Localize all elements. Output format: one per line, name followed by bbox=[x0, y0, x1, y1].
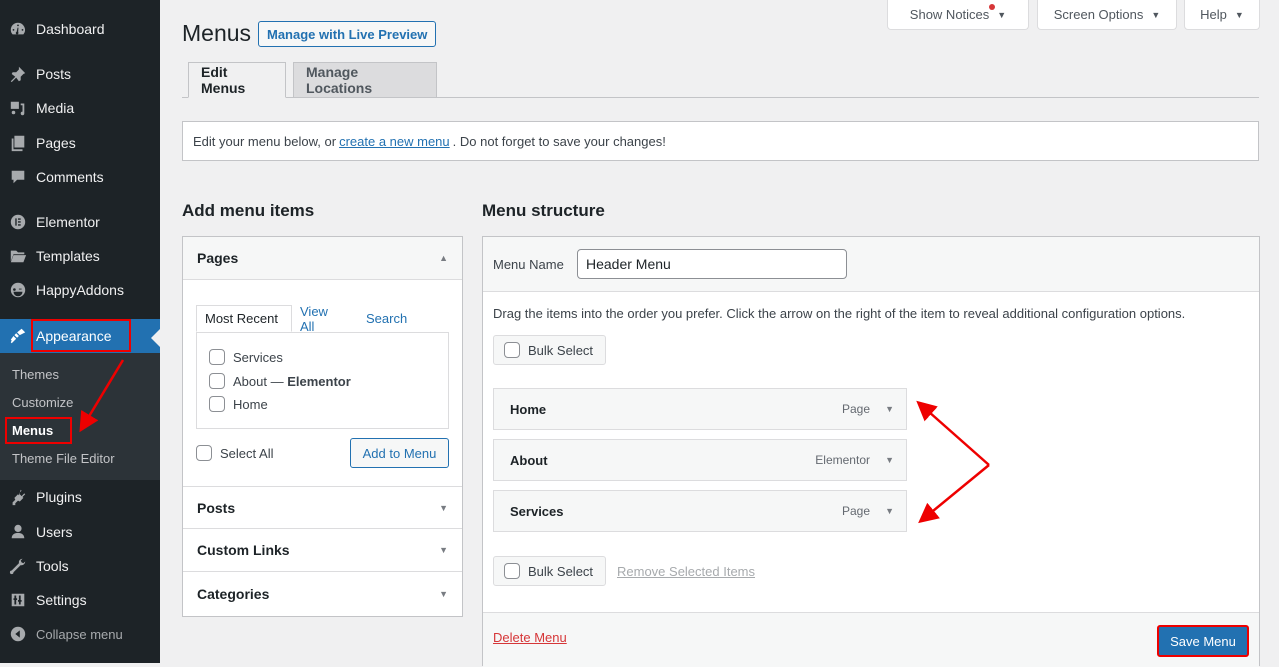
folder-icon bbox=[0, 247, 36, 265]
sidebar-item-pages[interactable]: Pages bbox=[0, 126, 160, 160]
sidebar-item-posts[interactable]: Posts bbox=[0, 57, 160, 91]
checkbox[interactable] bbox=[504, 342, 520, 358]
sidebar-item-tools[interactable]: Tools bbox=[0, 549, 160, 583]
happy-face-icon bbox=[0, 281, 36, 299]
checkbox[interactable] bbox=[209, 396, 225, 412]
accordion-pages[interactable]: Pages ▲ bbox=[183, 237, 462, 280]
dashboard-icon bbox=[0, 20, 36, 38]
pages-icon bbox=[0, 134, 36, 152]
add-menu-items-heading: Add menu items bbox=[182, 201, 315, 220]
sidebar-item-settings[interactable]: Settings bbox=[0, 583, 160, 617]
menu-structure-panel: Menu Name Drag the items into the order … bbox=[482, 236, 1260, 667]
wrench-icon bbox=[0, 557, 36, 575]
bulk-select-button[interactable]: Bulk Select bbox=[493, 335, 606, 365]
media-icon bbox=[0, 99, 36, 117]
manage-live-preview-button[interactable]: Manage with Live Preview bbox=[258, 21, 437, 47]
sidebar-item-templates[interactable]: Templates bbox=[0, 239, 160, 273]
submenu-item-themes[interactable]: Themes bbox=[12, 367, 59, 382]
notification-dot bbox=[989, 4, 995, 10]
bulk-select-button-bottom[interactable]: Bulk Select bbox=[493, 556, 606, 586]
menu-structure-heading: Menu structure bbox=[482, 201, 605, 220]
pin-icon bbox=[0, 65, 36, 83]
menu-item[interactable]: About Elementor ▼ bbox=[493, 439, 907, 481]
plug-icon bbox=[0, 488, 36, 506]
user-icon bbox=[0, 523, 36, 541]
tab-search[interactable]: Search bbox=[366, 305, 407, 332]
submenu-item-menus[interactable]: Menus bbox=[12, 423, 53, 438]
paintbrush-icon bbox=[0, 327, 36, 345]
admin-sidebar: Dashboard Posts Media Pages Comments Ele… bbox=[0, 0, 160, 663]
show-notices-button[interactable]: Show Notices ▼ bbox=[887, 0, 1029, 30]
sidebar-item-users[interactable]: Users bbox=[0, 515, 160, 549]
tab-view-all[interactable]: View All bbox=[300, 304, 328, 334]
add-menu-items-accordion: Pages ▲ Most Recent View All Search Serv… bbox=[182, 236, 463, 617]
nav-tabs: Edit Menus Manage Locations bbox=[182, 62, 1259, 98]
tab-edit-menus[interactable]: Edit Menus bbox=[188, 62, 286, 98]
screen-options-button[interactable]: Screen Options ▼ bbox=[1037, 0, 1177, 30]
current-menu-pointer bbox=[151, 329, 160, 347]
help-button[interactable]: Help ▼ bbox=[1184, 0, 1260, 30]
caret-down-icon: ▼ bbox=[997, 9, 1007, 20]
collapse-arrow-icon bbox=[0, 625, 36, 643]
sidebar-item-appearance[interactable]: Appearance bbox=[0, 319, 160, 353]
drag-instructions: Drag the items into the order you prefer… bbox=[493, 306, 1186, 321]
page-option-about[interactable]: About — Elementor bbox=[209, 373, 351, 389]
sliders-icon bbox=[0, 591, 36, 609]
expand-item-icon[interactable]: ▼ bbox=[885, 455, 894, 465]
menu-name-label: Menu Name bbox=[493, 257, 564, 272]
menu-footer: Delete Menu Save Menu bbox=[483, 612, 1259, 667]
expand-item-icon[interactable]: ▼ bbox=[885, 506, 894, 516]
caret-down-icon: ▼ bbox=[439, 545, 448, 555]
select-all-checkbox[interactable]: Select All bbox=[196, 445, 273, 461]
pages-checklist: Services About — Elementor Home bbox=[196, 332, 449, 429]
delete-menu-link[interactable]: Delete Menu bbox=[493, 630, 567, 645]
menu-name-bar: Menu Name bbox=[483, 237, 1259, 292]
caret-down-icon: ▼ bbox=[439, 502, 448, 513]
sidebar-item-comments[interactable]: Comments bbox=[0, 160, 160, 194]
tab-most-recent[interactable]: Most Recent bbox=[196, 305, 292, 332]
elementor-icon bbox=[0, 213, 36, 231]
checkbox[interactable] bbox=[209, 373, 225, 389]
checkbox[interactable] bbox=[209, 349, 225, 365]
page-title: Menus bbox=[182, 20, 252, 46]
caret-down-icon: ▼ bbox=[439, 588, 448, 599]
submenu-item-customize[interactable]: Customize bbox=[12, 395, 73, 410]
caret-down-icon: ▼ bbox=[1234, 9, 1244, 20]
checkbox[interactable] bbox=[196, 445, 212, 461]
comment-icon bbox=[0, 168, 36, 186]
collapse-menu-button[interactable]: Collapse menu bbox=[0, 617, 160, 651]
menu-item[interactable]: Home Page ▼ bbox=[493, 388, 907, 430]
menu-name-input[interactable] bbox=[577, 249, 847, 279]
save-menu-button[interactable]: Save Menu bbox=[1157, 625, 1249, 657]
sidebar-item-media[interactable]: Media bbox=[0, 91, 160, 125]
create-new-menu-link[interactable]: create a new menu bbox=[339, 134, 450, 149]
caret-down-icon: ▼ bbox=[1151, 9, 1161, 20]
page-option-home[interactable]: Home bbox=[209, 396, 268, 412]
sidebar-item-happyaddons[interactable]: HappyAddons bbox=[0, 273, 160, 307]
caret-up-icon: ▲ bbox=[439, 253, 448, 263]
main-content: Show Notices ▼ Screen Options ▼ Help ▼ M… bbox=[160, 0, 1279, 667]
menu-item[interactable]: Services Page ▼ bbox=[493, 490, 907, 532]
accordion-custom-links[interactable]: Custom Links ▼ bbox=[183, 529, 462, 572]
remove-selected-items-link[interactable]: Remove Selected Items bbox=[617, 564, 755, 579]
appearance-submenu: Themes Customize Menus Theme File Editor bbox=[0, 353, 160, 480]
info-notice: Edit your menu below, or create a new me… bbox=[182, 121, 1259, 161]
accordion-posts[interactable]: Posts ▼ bbox=[183, 486, 462, 529]
page-option-services[interactable]: Services bbox=[209, 349, 283, 365]
submenu-item-theme-file-editor[interactable]: Theme File Editor bbox=[12, 451, 115, 466]
add-to-menu-button[interactable]: Add to Menu bbox=[350, 438, 449, 468]
sidebar-item-dashboard[interactable]: Dashboard bbox=[0, 12, 160, 46]
accordion-categories[interactable]: Categories ▼ bbox=[183, 572, 462, 615]
expand-item-icon[interactable]: ▼ bbox=[885, 404, 894, 414]
sidebar-item-plugins[interactable]: Plugins bbox=[0, 480, 160, 514]
checkbox[interactable] bbox=[504, 563, 520, 579]
sidebar-item-elementor[interactable]: Elementor bbox=[0, 205, 160, 239]
tab-manage-locations[interactable]: Manage Locations bbox=[293, 62, 437, 98]
